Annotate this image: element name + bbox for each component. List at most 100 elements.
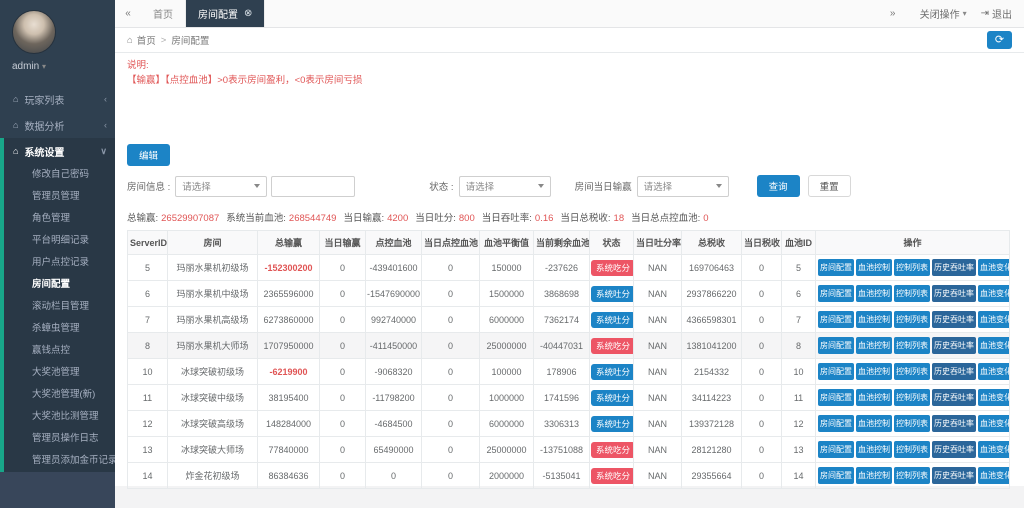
cell-daily-rate: NAN [633,462,682,490]
cell-daily-winloss: 0 [319,410,366,438]
pool-control-button[interactable]: 血池控制 [856,337,892,355]
history-throughput-button[interactable]: 历史吞吐率 [932,441,976,459]
history-throughput-button[interactable]: 历史吞吐率 [932,337,976,355]
room-config-button[interactable]: 房间配置 [818,363,854,381]
history-throughput-button[interactable]: 历史吞吐率 [932,259,976,277]
sidebar-subitem-管理员管理[interactable]: 管理员管理 [4,186,115,208]
cell-daily-winloss: 0 [319,384,366,412]
sidebar-item-玩家列表[interactable]: ⌂ 玩家列表 ‹ [0,86,115,112]
history-throughput-button[interactable]: 历史吞吐率 [932,467,976,485]
pool-change-button[interactable]: 血池变化 [978,389,1009,407]
sidebar-subitem-赢钱点控[interactable]: 赢钱点控 [4,340,115,362]
refresh-button[interactable]: ⟳ [987,31,1012,49]
control-list-button[interactable]: 控制列表 [894,285,930,303]
room-config-button[interactable]: 房间配置 [818,441,854,459]
cell-pool-id: 14 [781,462,816,490]
pool-change-button[interactable]: 血池变化 [978,363,1009,381]
pool-change-button[interactable]: 血池变化 [978,285,1009,303]
sidebar-subitem-平台明细记录[interactable]: 平台明细记录 [4,230,115,252]
pool-change-button[interactable]: 血池变化 [978,311,1009,329]
close-tab-icon[interactable]: ⊗ [244,8,252,19]
username-dropdown[interactable]: admin ▾ [12,61,115,72]
room-config-button[interactable]: 房间配置 [818,311,854,329]
sidebar-subitem-大奖池管理[interactable]: 大奖池管理 [4,362,115,384]
sidebar-subitem-修改自己密码[interactable]: 修改自己密码 [4,164,115,186]
pool-control-button[interactable]: 血池控制 [856,415,892,433]
pool-control-button[interactable]: 血池控制 [856,259,892,277]
username-label: admin [12,61,40,72]
status-badge: 系统吃分 [591,441,633,458]
cell-pool-id: 6 [781,280,816,308]
control-list-button[interactable]: 控制列表 [894,415,930,433]
control-list-button[interactable]: 控制列表 [894,259,930,277]
history-throughput-button[interactable]: 历史吞吐率 [932,415,976,433]
room-info-input[interactable] [271,175,356,197]
cell-daily-point-pool: 0 [421,358,480,386]
query-button[interactable]: 查询 [756,175,800,198]
control-list-button[interactable]: 控制列表 [894,311,930,329]
cell-pool-id: 8 [781,332,816,360]
status-badge: 系统吃分 [591,337,633,354]
sidebar-subitem-用户点控记录[interactable]: 用户点控记录 [4,252,115,274]
breadcrumb-bar: ⌂ 首页 > 房间配置 ⟳ [115,28,1024,53]
room-info-select[interactable]: 请选择 [175,175,268,197]
history-throughput-button[interactable]: 历史吞吐率 [932,363,976,381]
cell-room: 冰球突破初级场 [167,358,258,386]
pool-control-button[interactable]: 血池控制 [856,311,892,329]
cell-daily-winloss: 0 [319,436,366,464]
pool-control-button[interactable]: 血池控制 [856,467,892,485]
pool-change-button[interactable]: 血池变化 [978,337,1009,355]
pool-control-button[interactable]: 血池控制 [856,285,892,303]
pool-change-button[interactable]: 血池变化 [978,467,1009,485]
pool-change-button[interactable]: 血池变化 [978,259,1009,277]
control-list-button[interactable]: 控制列表 [894,467,930,485]
logout-button[interactable]: ⇥ 退出 [981,6,1012,21]
room-config-button[interactable]: 房间配置 [818,337,854,355]
sidebar-item-数据分析[interactable]: ⌂ 数据分析 ‹ [0,112,115,138]
collapse-tabs-icon[interactable]: « [115,0,141,27]
close-operations-dropdown[interactable]: 关闭操作 ▾ [920,6,967,21]
sidebar-subitem-滚动栏目管理[interactable]: 滚动栏目管理 [4,296,115,318]
pool-control-button[interactable]: 血池控制 [856,389,892,407]
sidebar-subitem-大奖池管理(新)[interactable]: 大奖池管理(新) [4,384,115,406]
room-config-button[interactable]: 房间配置 [818,259,854,277]
pool-control-button[interactable]: 血池控制 [856,441,892,459]
control-list-button[interactable]: 控制列表 [894,363,930,381]
sidebar-subitem-杀蟑虫管理[interactable]: 杀蟑虫管理 [4,318,115,340]
sidebar-subitem-角色管理[interactable]: 角色管理 [4,208,115,230]
sidebar-subitem-大奖池比测管理[interactable]: 大奖池比测管理 [4,406,115,428]
room-config-button[interactable]: 房间配置 [818,389,854,407]
history-throughput-button[interactable]: 历史吞吐率 [932,389,976,407]
history-throughput-button[interactable]: 历史吞吐率 [932,285,976,303]
content-panel: 说明: 【输赢】【点控血池】>0表示房间盈利，<0表示房间亏损 编辑 房间信息 … [115,53,1024,490]
control-list-button[interactable]: 控制列表 [894,389,930,407]
cell-total-winloss: 6273860000 [257,306,320,334]
table-header-row: ServerID 房间 总输赢 当日输赢 点控血池 当日点控血池 血池平衡值 当前剩余血池 状态… [127,230,1010,256]
column-header-当前剩余血池: 当前剩余血池 [533,230,590,256]
tab-home[interactable]: 首页 [141,0,186,27]
control-list-button[interactable]: 控制列表 [894,441,930,459]
avatar[interactable] [12,10,56,54]
tab-room-config[interactable]: 房间配置 ⊗ [186,0,266,27]
cell-daily-rate: NAN [633,332,682,360]
daily-winloss-select[interactable]: 请选择 [636,175,729,197]
reset-button[interactable]: 重置 [807,175,851,198]
status-select[interactable]: 请选择 [458,175,551,197]
history-throughput-button[interactable]: 历史吞吐率 [932,311,976,329]
sidebar-item-系统设置[interactable]: ⌂ 系统设置 ∨ [4,138,115,164]
sidebar-subitem-管理员添加金币记录[interactable]: 管理员添加金币记录 [4,450,115,472]
cell-total-winloss: 86384636 [257,462,320,490]
room-config-button[interactable]: 房间配置 [818,415,854,433]
edit-button[interactable]: 编辑 [127,144,171,167]
expand-tabs-icon[interactable]: » [880,8,906,19]
pool-change-button[interactable]: 血池变化 [978,415,1009,433]
pool-change-button[interactable]: 血池变化 [978,441,1009,459]
room-config-button[interactable]: 房间配置 [818,285,854,303]
control-list-button[interactable]: 控制列表 [894,337,930,355]
table-row: 13 冰球突破大师场 77840000 0 65490000 0 25000000 -1375… [127,436,1010,464]
sidebar-subitem-房间配置[interactable]: 房间配置 [4,274,115,296]
room-config-button[interactable]: 房间配置 [818,467,854,485]
sidebar-subitem-管理员操作日志[interactable]: 管理员操作日志 [4,428,115,450]
breadcrumb-home[interactable]: 首页 [137,33,156,47]
pool-control-button[interactable]: 血池控制 [856,363,892,381]
